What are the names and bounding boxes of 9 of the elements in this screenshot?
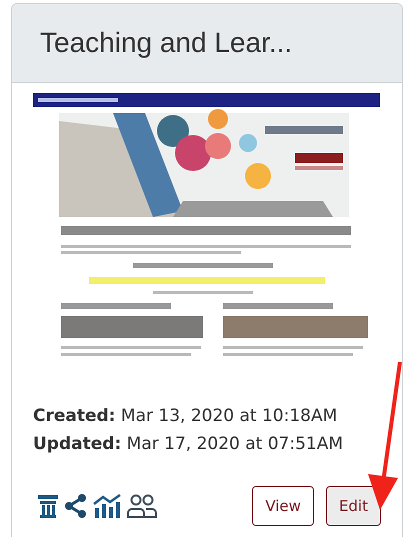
- pillar-icon[interactable]: [37, 494, 59, 518]
- people-icon[interactable]: [127, 494, 157, 518]
- date-text: Created: Mar 13, 2020 at 10:18AM: [33, 405, 338, 428]
- share-icon[interactable]: [65, 494, 87, 518]
- chart-icon[interactable]: [93, 494, 121, 518]
- date-text: Updated: Mar 17, 2020 at 07:51AM: [33, 433, 344, 456]
- action-button[interactable]: View: [252, 486, 314, 526]
- action-button[interactable]: Edit: [326, 486, 381, 526]
- card-title: Teaching and Lear...: [40, 27, 292, 59]
